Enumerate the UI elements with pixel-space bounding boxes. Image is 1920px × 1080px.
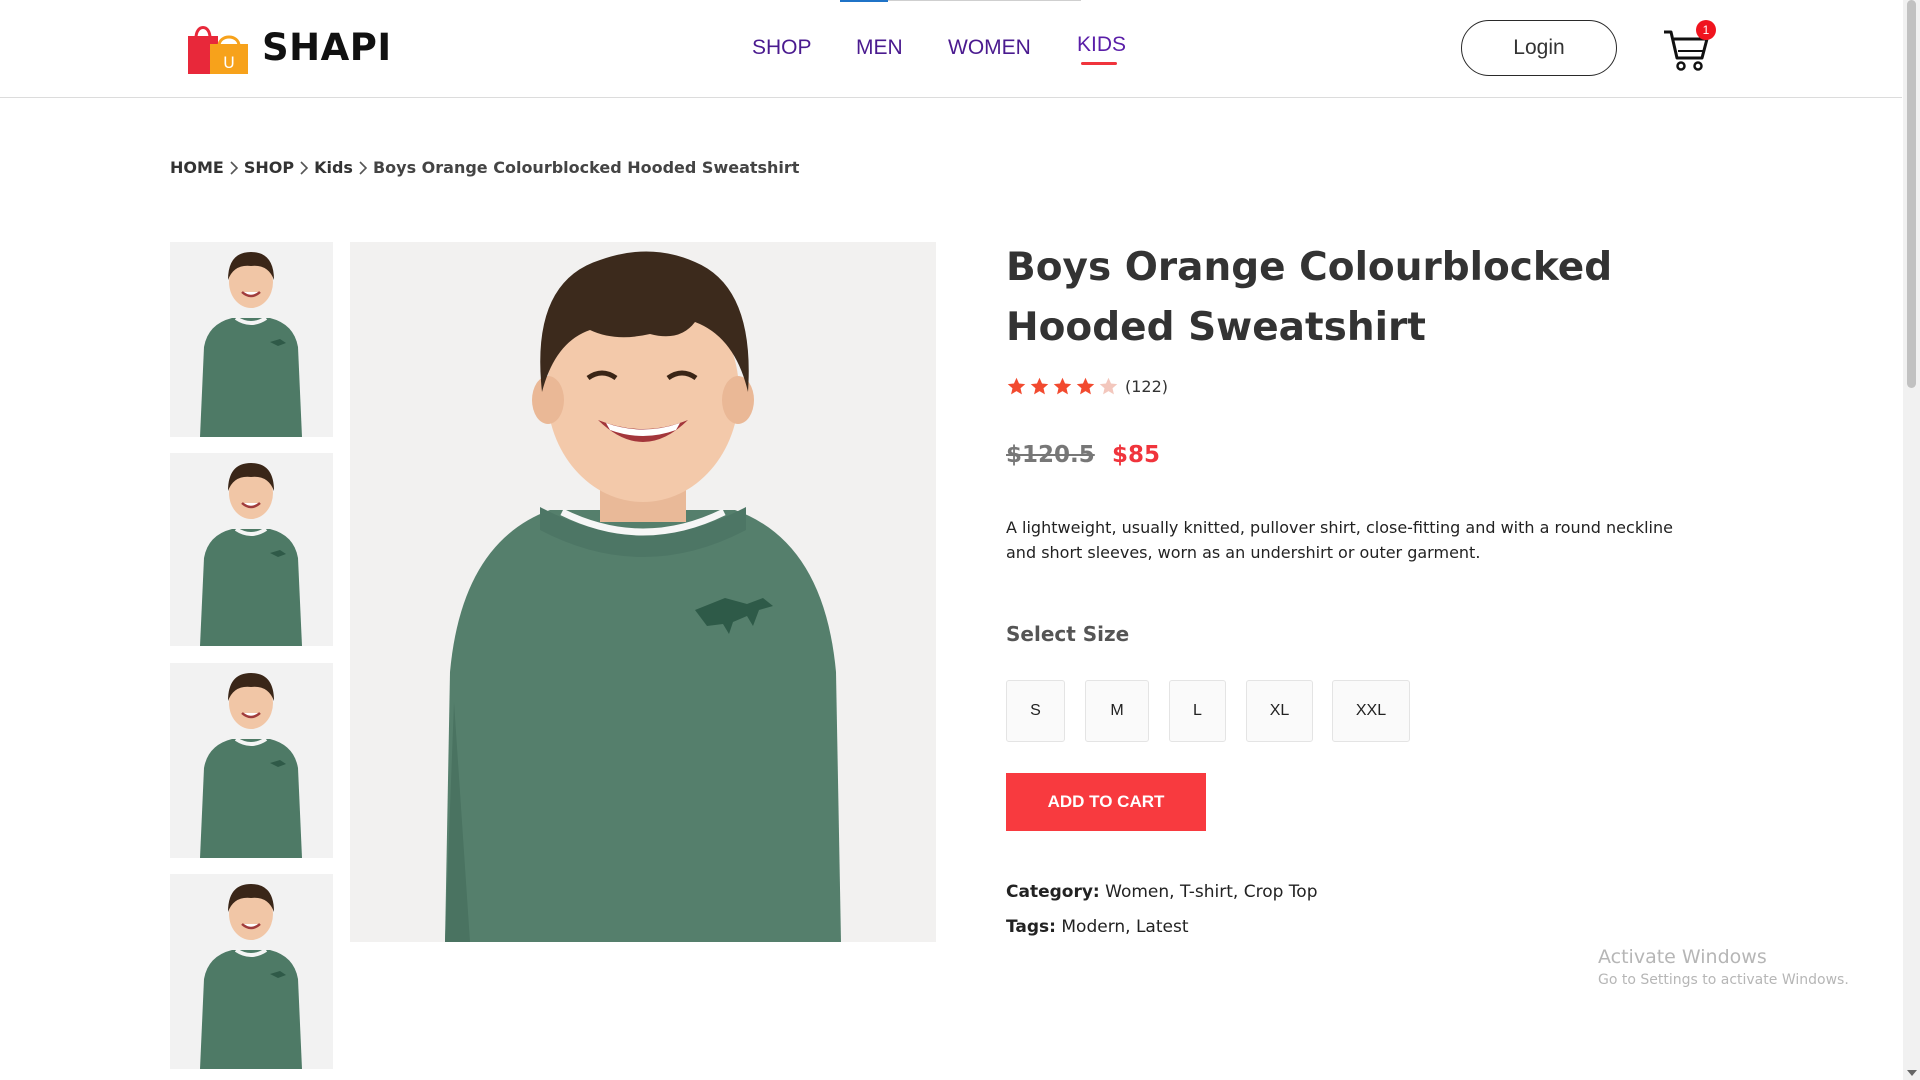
chevron-right-icon [294, 160, 314, 176]
product-main-image[interactable] [350, 242, 936, 942]
category-label: Category: [1006, 882, 1100, 902]
scrollbar-thumb[interactable] [1907, 0, 1916, 388]
nav-active-underline [1081, 62, 1117, 65]
star-empty-icon [1099, 377, 1118, 395]
logo-letter: U [223, 53, 235, 72]
nav-women[interactable]: WOMEN [948, 36, 1031, 60]
product-title-line-1: Boys Orange Colourblocked [1006, 245, 1613, 290]
product-category: Category: Women, T-shirt, Crop Top [1006, 882, 1317, 902]
star-filled-icon [1076, 377, 1095, 395]
chevron-right-icon [353, 160, 373, 176]
product-tags: Tags: Modern, Latest [1006, 917, 1189, 937]
cart-button[interactable]: 1 [1660, 20, 1718, 72]
product-thumbnail-3[interactable] [170, 663, 333, 858]
size-option-s[interactable]: S [1006, 680, 1065, 742]
breadcrumb-kids[interactable]: Kids [314, 158, 353, 177]
watermark-line-1: Activate Windows [1598, 946, 1767, 968]
windows-activation-watermark: Activate Windows Go to Settings to activ… [1598, 946, 1849, 988]
login-button[interactable]: Login [1461, 20, 1617, 76]
original-price: $120.5 [1006, 442, 1095, 468]
brand-name: SHAPI [262, 25, 392, 69]
page-scrollbar[interactable] [1903, 0, 1920, 1080]
header-top-line-active [840, 0, 888, 2]
size-option-xxl[interactable]: XXL [1332, 680, 1410, 742]
shopping-bag-icon: U [188, 26, 248, 74]
chevron-right-icon [224, 160, 244, 176]
review-count[interactable]: (122) [1125, 377, 1168, 396]
size-option-m[interactable]: M [1085, 680, 1149, 742]
product-title-line-2: Hooded Sweatshirt [1006, 305, 1426, 350]
product-photo-thumbnail [170, 874, 333, 1069]
cart-count-badge: 1 [1696, 20, 1716, 40]
product-thumbnail-2[interactable] [170, 453, 333, 646]
nav-shop[interactable]: SHOP [752, 36, 812, 60]
product-thumbnail-1[interactable] [170, 242, 333, 437]
size-option-xl[interactable]: XL [1246, 680, 1313, 742]
product-thumbnail-4[interactable] [170, 874, 333, 1069]
product-photo-main [350, 242, 936, 942]
star-filled-icon [1030, 377, 1049, 395]
product-photo-thumbnail [170, 663, 333, 858]
site-header: U SHAPI SHOP MEN WOMEN KIDS Login 1 [0, 0, 1902, 98]
breadcrumb-current: Boys Orange Colourblocked Hooded Sweatsh… [372, 158, 800, 177]
add-to-cart-button[interactable]: ADD TO CART [1006, 773, 1206, 831]
nav-kids[interactable]: KIDS [1077, 33, 1126, 57]
product-description: A lightweight, usually knitted, pullover… [1006, 518, 1673, 562]
product-photo-thumbnail [170, 242, 333, 437]
star-filled-icon [1053, 377, 1072, 395]
star-filled-icon [1007, 377, 1026, 395]
select-size-label: Select Size [1006, 622, 1130, 646]
category-value[interactable]: Women, T-shirt, Crop Top [1105, 882, 1317, 902]
scroll-down-arrow-icon[interactable] [1907, 1070, 1917, 1076]
nav-men[interactable]: MEN [856, 36, 903, 60]
size-option-l[interactable]: L [1169, 680, 1226, 742]
sale-price: $85 [1112, 442, 1161, 468]
logo[interactable]: U SHAPI [186, 18, 392, 76]
watermark-line-2: Go to Settings to activate Windows. [1598, 972, 1849, 988]
tags-value[interactable]: Modern, Latest [1061, 917, 1188, 937]
breadcrumb: HOME SHOP Kids Boys Orange Colourblocked… [170, 158, 799, 177]
product-rating: (122) [1006, 376, 1168, 397]
tags-label: Tags: [1006, 917, 1056, 937]
breadcrumb-shop[interactable]: SHOP [244, 158, 294, 177]
product-photo-thumbnail [170, 453, 333, 646]
product-title: Boys Orange Colourblocked Hooded Sweatsh… [1006, 238, 1646, 358]
breadcrumb-home[interactable]: HOME [170, 158, 224, 177]
